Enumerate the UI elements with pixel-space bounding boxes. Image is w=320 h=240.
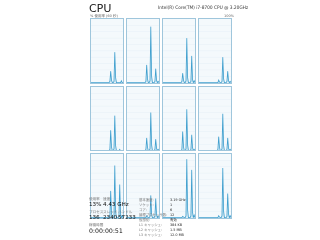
utilization-line [91,52,123,83]
utilization-chart [199,25,231,83]
utilization-chart [199,92,231,151]
cpu-stats-panel: 使用率 速度 13% 4.43 GHz プロセス スレッド ハンドル 136 2… [89,197,239,240]
detail-value: 3.19 GHz [170,198,186,202]
handles-value: 57233 [118,215,136,221]
detail-value: 1.5 MB [170,228,182,232]
detail-label: L3 キャッシュ: [139,233,163,237]
utilization-line [163,38,195,83]
utilization-area [217,113,231,151]
utilization-chart [163,92,195,151]
detail-value: 1 [170,203,173,207]
utilization-area [109,52,123,83]
detail-label: コア: [139,208,147,212]
detail-value: 384 KB [170,223,183,227]
processes-value: 136 [89,215,100,221]
uptime-label: 稼働時間 [89,223,104,227]
utilization-chart [127,92,159,151]
cpu-core-graph [90,85,124,152]
utilization-chart [163,25,195,83]
threads-value: 2340 [103,215,118,221]
detail-label: L1 キャッシュ: [139,223,163,227]
detail-value: 12.0 MB [170,233,184,237]
utilization-line [91,115,123,151]
utilization-line [127,26,159,83]
utilization-label: 使用率 [89,197,100,201]
speed-value: 4.43 GHz [103,202,129,208]
processes-label: プロセス [89,210,104,214]
detail-value: 6 [170,208,173,212]
cpu-core-graph [162,18,196,84]
utilization-area [181,38,195,83]
detail-label: 仮想化: [139,218,151,222]
cpu-core-graph [162,85,196,152]
threads-label: スレッド [103,210,118,214]
cpu-core-graph [126,85,160,152]
utilization-area [109,115,121,151]
detail-label: ソケット: [139,203,154,207]
detail-value: 有効 [170,218,177,222]
cpu-core-graph [198,18,232,84]
detail-value: 12 [170,213,175,217]
utilization-value: 13% [89,202,102,208]
detail-label: 基本速度: [139,198,154,202]
utilization-chart [91,25,123,83]
utilization-area [145,26,159,83]
detail-label: 論理プロセッサ数: [139,213,168,217]
uptime-value: 0:00:00:51 [89,228,123,235]
handles-label: ハンドル [118,210,133,214]
speed-label: 速度 [103,197,111,201]
cpu-model-name: Intel(R) Core(TM) i7-8700 CPU @ 3.20GHz [158,6,249,11]
cpu-graph-grid[interactable] [90,18,232,219]
cpu-core-graph [90,18,124,84]
cpu-core-graph [198,85,232,152]
utilization-chart [127,25,159,83]
utilization-line [199,113,231,151]
cpu-core-graph [126,18,160,84]
utilization-chart [91,92,123,151]
detail-label: L2 キャッシュ: [139,228,163,232]
